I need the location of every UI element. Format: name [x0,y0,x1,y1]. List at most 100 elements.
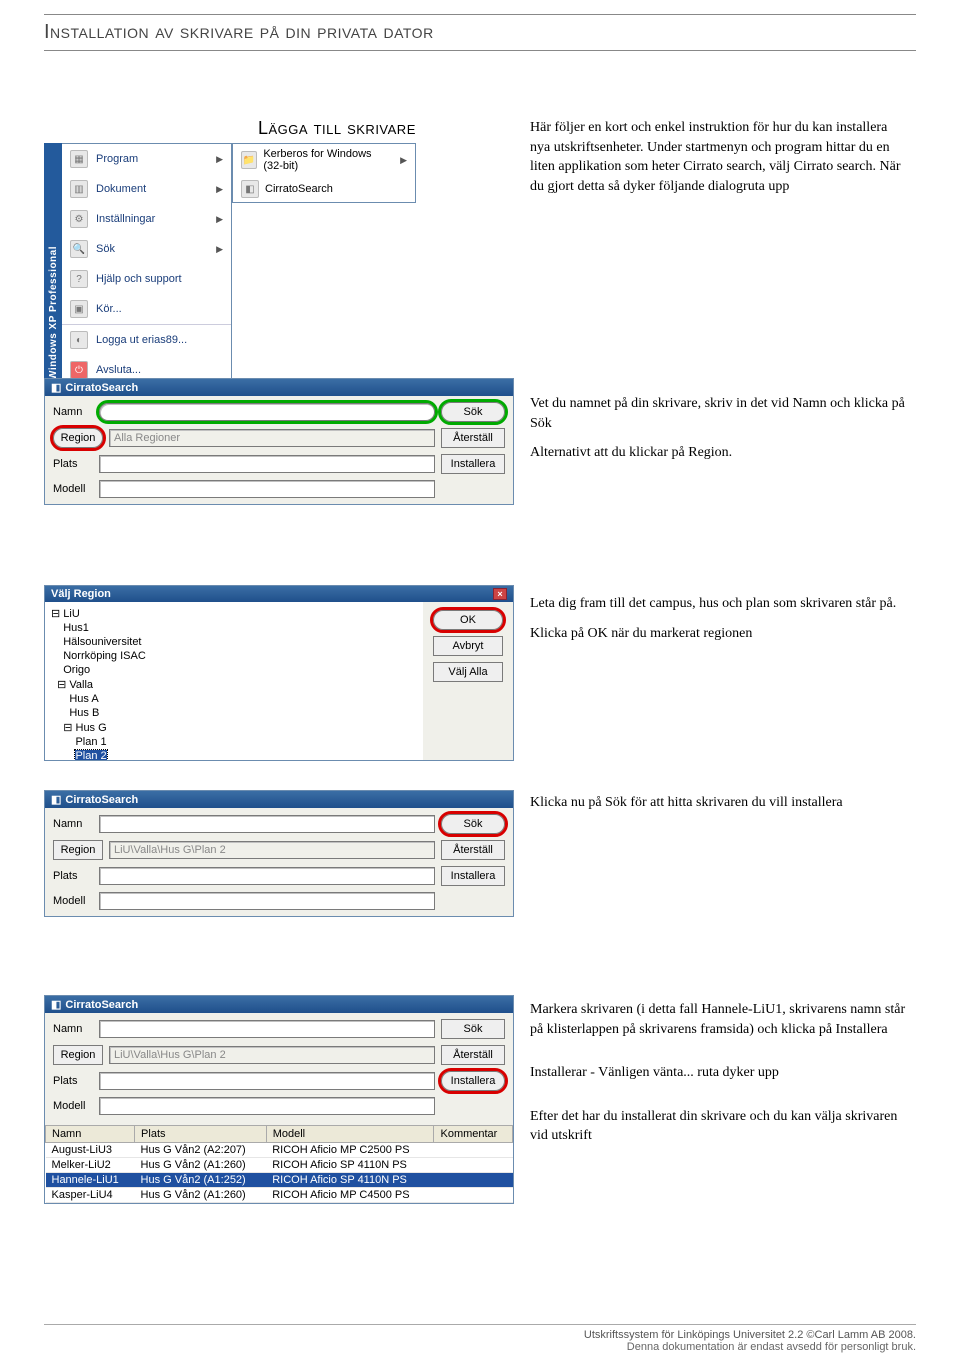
ok-button[interactable]: OK [433,610,503,630]
submenu-item-kerberos[interactable]: 📁 Kerberos for Windows (32-bit) ▶ [233,144,415,176]
submenu-item-cirratosearch[interactable]: ◧ CirratoSearch [233,176,415,202]
window-title-text: CirratoSearch [65,794,138,806]
installera-button[interactable]: Installera [441,866,505,886]
close-icon[interactable]: × [493,588,507,600]
region-button[interactable]: Region [53,840,103,860]
plats-input[interactable] [99,867,435,885]
submenu-arrow-icon: ▶ [216,184,223,195]
submenu-arrow-icon: ▶ [216,154,223,165]
start-menu-item-label: Hjälp och support [96,273,182,285]
valj-alla-button[interactable]: Välj Alla [433,662,503,682]
namn-label: Namn [53,1023,93,1035]
modell-input[interactable] [99,892,435,910]
modell-input[interactable] [99,480,435,498]
th-namn[interactable]: Namn [46,1126,135,1143]
th-modell[interactable]: Modell [266,1126,434,1143]
results-table[interactable]: Namn Plats Modell Kommentar August-LiU3H… [45,1125,513,1203]
table-row-selected[interactable]: Hannele-LiU1Hus G Vån2 (A1:252)RICOH Afi… [46,1173,513,1188]
start-menu-item-sok[interactable]: 🔍 Sök ▶ [62,234,231,264]
instruction-text: Här följer en kort och enkel instruktion… [530,118,910,196]
start-menu-items: ▦ Program ▶ ▥ Dokument ▶ ⚙ Inställningar… [62,143,232,386]
table-row[interactable]: Melker-LiU2Hus G Vån2 (A1:260)RICOH Afic… [46,1158,513,1173]
submenu-arrow-icon: ▶ [216,244,223,255]
tree-row: Norrköping ISAC [51,649,417,663]
instruction-text: Alternativt att du klickar på Region. [530,443,910,463]
aterstall-button[interactable]: Återställ [441,1045,505,1065]
installera-button[interactable]: Installera [441,1071,505,1091]
namn-input[interactable] [99,403,435,421]
run-icon: ▣ [70,300,88,318]
valj-region-dialog: Välj Region × ⊟ LiU Hus1 Hälsouniversite… [44,585,514,761]
instruction-text: Vet du namnet på din skrivare, skriv in … [530,394,910,433]
sok-button[interactable]: Sök [441,1019,505,1039]
footer-line-2: Denna dokumentation är endast avsedd för… [44,1341,916,1353]
namn-input[interactable] [99,1020,435,1038]
instruction-block-4: Klicka nu på Sök för att hitta skrivaren… [530,793,910,823]
start-menu-item-installningar[interactable]: ⚙ Inställningar ▶ [62,204,231,234]
cirrato-window-2: ◧ CirratoSearch Namn Sök Region Återstäl… [44,790,514,917]
th-plats[interactable]: Plats [135,1126,267,1143]
cirrato-window-1: ◧ CirratoSearch Namn Sök Region Återstäl… [44,378,514,505]
start-menu-sidebar: Windows XP Professional [44,143,62,386]
namn-label: Namn [53,406,93,418]
instruction-text: Klicka på OK när du markerat regionen [530,624,910,644]
region-input [109,429,435,447]
tree-row: Origo [51,663,417,677]
start-menu-screenshot: Windows XP Professional ▦ Program ▶ ▥ Do… [44,143,416,386]
tree-row-selected: Plan 2 [51,749,417,760]
aterstall-button[interactable]: Återställ [441,840,505,860]
results-table-wrapper: Namn Plats Modell Kommentar August-LiU3H… [45,1121,513,1203]
start-menu-item-label: Kör... [96,303,122,315]
th-kommentar[interactable]: Kommentar [434,1126,513,1143]
instruction-text: Leta dig fram till det campus, hus och p… [530,594,910,614]
tree-row: ⊟ Valla [51,677,417,692]
cirrato-title-bar: ◧ CirratoSearch [45,379,513,396]
avbryt-button[interactable]: Avbryt [433,636,503,656]
instruction-block-2: Vet du namnet på din skrivare, skriv in … [530,394,910,473]
valj-region-title-bar: Välj Region × [45,586,513,602]
settings-icon: ⚙ [70,210,88,228]
region-tree[interactable]: ⊟ LiU Hus1 Hälsouniversitet Norrköping I… [45,602,423,760]
start-menu-item-label: Logga ut erias89... [96,334,187,346]
modell-input[interactable] [99,1097,435,1115]
table-row[interactable]: Kasper-LiU4Hus G Vån2 (A1:260)RICOH Afic… [46,1188,513,1203]
plats-input[interactable] [99,455,435,473]
plats-label: Plats [53,458,93,470]
table-header-row: Namn Plats Modell Kommentar [46,1126,513,1143]
instruction-block-5: Markera skrivaren (i detta fall Hannele-… [530,1000,910,1156]
window-title-text: CirratoSearch [65,999,138,1011]
window-title-text: CirratoSearch [65,382,138,394]
folder-icon: 📁 [241,151,257,169]
namn-input[interactable] [99,815,435,833]
table-row[interactable]: August-LiU3Hus G Vån2 (A2:207)RICOH Afic… [46,1143,513,1158]
start-menu-item-help[interactable]: ? Hjälp och support [62,264,231,294]
instruction-text: Installerar - Vänligen vänta... ruta dyk… [530,1063,910,1083]
cirrato-title-bar: ◧ CirratoSearch [45,996,513,1013]
app-icon: ◧ [51,793,61,806]
tree-row: Hus A [51,692,417,706]
start-menu-item-run[interactable]: ▣ Kör... [62,294,231,324]
section-heading-text: Lägga till skrivare [258,118,416,138]
page-title-text: Installation av skrivare på din privata … [44,21,434,43]
window-title-text: Välj Region [51,588,111,600]
start-menu-item-logout[interactable]: ◐ Logga ut erias89... [62,324,231,355]
start-menu-item-program[interactable]: ▦ Program ▶ [62,144,231,174]
instruction-text: Efter det har du installerat din skrivar… [530,1107,910,1146]
sok-button[interactable]: Sök [441,814,505,834]
region-input [109,1046,435,1064]
region-button[interactable]: Region [53,428,103,448]
instruction-block-1: Här följer en kort och enkel instruktion… [530,118,910,206]
start-menu-item-dokument[interactable]: ▥ Dokument ▶ [62,174,231,204]
tree-row: Hälsouniversitet [51,635,417,649]
sok-button[interactable]: Sök [441,402,505,422]
start-menu-item-label: Sök [96,243,115,255]
installera-button[interactable]: Installera [441,454,505,474]
instruction-block-3: Leta dig fram till det campus, hus och p… [530,594,910,653]
tree-row: Hus1 [51,621,417,635]
region-button[interactable]: Region [53,1045,103,1065]
program-icon: ▦ [70,150,88,168]
page-footer: Utskriftssystem för Linköpings Universit… [44,1324,916,1353]
plats-input[interactable] [99,1072,435,1090]
aterstall-button[interactable]: Återställ [441,428,505,448]
windows-brand-text: Windows XP Professional [48,240,59,386]
